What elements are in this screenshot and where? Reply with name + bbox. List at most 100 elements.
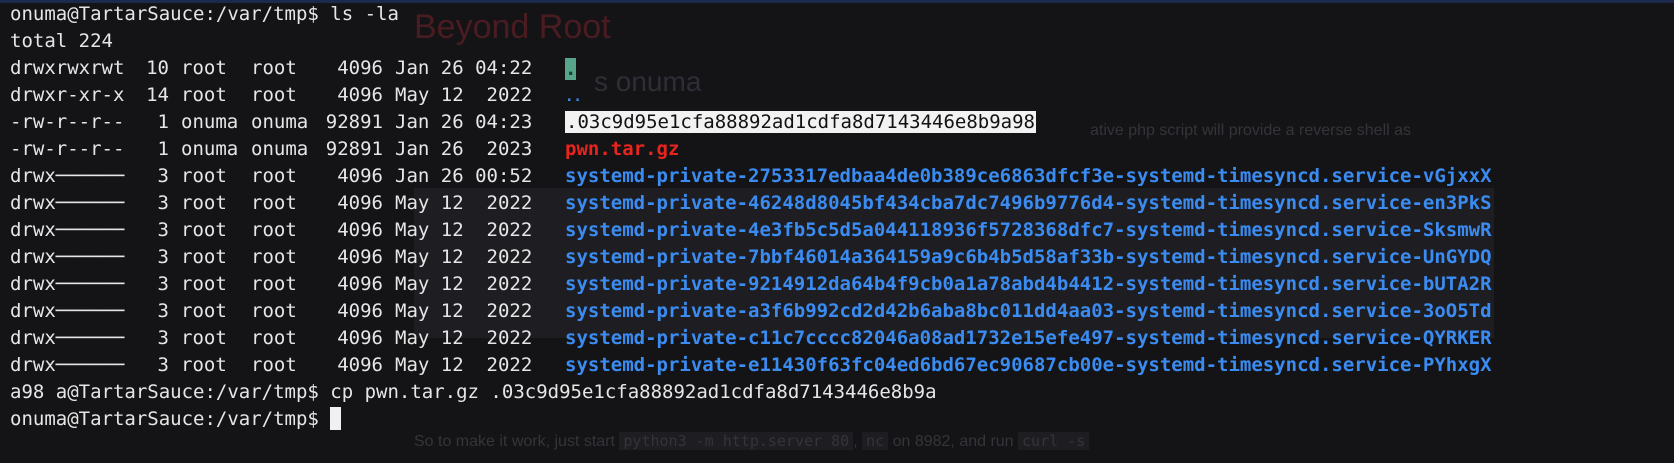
listing-date: May 12 2022 <box>395 219 533 241</box>
listing-filename[interactable]: systemd-private-c11c7cccc82046a08ad1732e… <box>565 327 1492 349</box>
text-cursor[interactable] <box>330 407 342 430</box>
bottom-code-2: nc <box>862 432 889 450</box>
listing-date: Jan 26 04:22 <box>395 57 533 79</box>
listing-perm: drwxrwxrwt <box>10 57 125 79</box>
listing-filename[interactable]: pwn.tar.gz <box>565 138 679 160</box>
listing-owner: root <box>181 57 227 79</box>
listing-row: drwxr-xr-x 14 root root 4096 May 12 2022.. <box>10 82 1674 109</box>
listing-perm: -rw-r--r-- <box>10 138 125 160</box>
bottom-code-1: python3 -m http.server 80 <box>619 432 854 450</box>
terminal-window[interactable]: Beyond Root s onuma ative php script wil… <box>0 0 1674 463</box>
command-text: ls -la <box>318 3 399 25</box>
listing-size: 92891 <box>325 138 383 160</box>
listing-date: Jan 26 00:52 <box>395 165 533 187</box>
listing-perm: -rw-r--r-- <box>10 111 125 133</box>
shell-prompt: onuma@TartarSauce:/var/tmp$ <box>10 3 319 25</box>
listing-date: May 12 2022 <box>395 354 533 376</box>
listing-size: 4096 <box>337 84 383 106</box>
listing-owner: root <box>181 354 227 376</box>
listing-date: May 12 2022 <box>395 273 533 295</box>
listing-links: 1 <box>157 138 169 160</box>
listing-row: -rw-r--r-- 1 onuma onuma 92891 Jan 26 2023 pwn… <box>10 136 1674 163</box>
listing-group: onuma <box>251 111 309 133</box>
listing-links: 1 <box>157 111 169 133</box>
listing-row: drwx────── 3 root root 4096 May 12 2022 system… <box>10 325 1674 352</box>
listing-date: May 12 2022 <box>395 300 533 322</box>
listing-perm: drwx────── <box>10 273 125 295</box>
listing-filename[interactable]: systemd-private-2753317edbaa4de0b389ce68… <box>565 165 1492 187</box>
listing-filename[interactable]: . <box>565 57 576 80</box>
listing-perm: drwx────── <box>10 354 125 376</box>
listing-row: drwx────── 3 root root 4096 May 12 2022 system… <box>10 190 1674 217</box>
listing-owner: root <box>181 246 227 268</box>
listing-row: drwx────── 3 root root 4096 May 12 2022 system… <box>10 271 1674 298</box>
listing-size: 92891 <box>325 111 383 133</box>
listing-links: 3 <box>157 300 169 322</box>
listing-links: 10 <box>146 57 169 79</box>
listing-links: 3 <box>157 327 169 349</box>
listing-row: drwxrwxrwt 10 root root 4096 Jan 26 04:22. <box>10 55 1674 82</box>
listing-perm: drwx────── <box>10 165 125 187</box>
listing-filename[interactable]: systemd-private-46248d8045bf434cba7dc749… <box>565 192 1492 214</box>
listing-date: May 12 2022 <box>395 246 533 268</box>
listing-group: onuma <box>251 138 309 160</box>
active-prompt-line[interactable]: onuma@TartarSauce:/var/tmp$ <box>10 406 1674 433</box>
bottom-text-3: on 8982, and run <box>888 433 1019 450</box>
listing-row: drwx────── 3 root root 4096 May 12 2022 system… <box>10 244 1674 271</box>
listing-size: 4096 <box>337 300 383 322</box>
listing-owner: root <box>181 273 227 295</box>
listing-filename[interactable]: systemd-private-9214912da64b4f9cb0a1a78a… <box>565 273 1492 295</box>
listing-links: 3 <box>157 165 169 187</box>
listing-filename[interactable]: systemd-private-7bbf46014a364159a9c6b4b5… <box>565 246 1492 268</box>
listing-filename[interactable]: systemd-private-e11430f63fc04ed6bd67ec90… <box>565 354 1492 376</box>
listing-size: 4096 <box>337 57 383 79</box>
terminal-output[interactable]: onuma@TartarSauce:/var/tmp$ ls -la total… <box>0 0 1674 433</box>
listing-owner: root <box>181 192 227 214</box>
listing-links: 3 <box>157 354 169 376</box>
listing-owner: root <box>181 219 227 241</box>
listing-size: 4096 <box>337 192 383 214</box>
listing-row: drwx────── 3 root root 4096 May 12 2022 system… <box>10 352 1674 379</box>
listing-size: 4096 <box>337 273 383 295</box>
listing-perm: drwx────── <box>10 219 125 241</box>
listing-size: 4096 <box>337 165 383 187</box>
listing-group: root <box>251 57 297 79</box>
listing-group: root <box>251 354 297 376</box>
listing-perm: drwx────── <box>10 246 125 268</box>
listing-group: root <box>251 192 297 214</box>
listing-perm: drwx────── <box>10 327 125 349</box>
listing-owner: onuma <box>181 111 239 133</box>
listing-links: 3 <box>157 219 169 241</box>
listing-group: root <box>251 327 297 349</box>
shell-prompt: onuma@TartarSauce:/var/tmp$ <box>10 408 331 430</box>
bottom-text-2: , <box>853 433 863 450</box>
directory-listing: drwxrwxrwt 10 root root 4096 Jan 26 04:22. drw… <box>10 55 1674 379</box>
listing-row: drwx────── 3 root root 4096 May 12 2022 system… <box>10 298 1674 325</box>
listing-links: 3 <box>157 246 169 268</box>
listing-date: May 12 2022 <box>395 327 533 349</box>
listing-owner: root <box>181 84 227 106</box>
listing-links: 14 <box>146 84 169 106</box>
listing-owner: root <box>181 300 227 322</box>
listing-group: root <box>251 219 297 241</box>
listing-size: 4096 <box>337 354 383 376</box>
listing-filename[interactable]: systemd-private-a3f6b992cd2d42b6aba8bc01… <box>565 300 1492 322</box>
command-line-ls: onuma@TartarSauce:/var/tmp$ ls -la <box>10 1 1674 28</box>
listing-date: Jan 26 04:23 <box>395 111 533 133</box>
listing-perm: drwxr-xr-x <box>10 84 125 106</box>
listing-group: root <box>251 246 297 268</box>
command-line-cp: a98 a@TartarSauce:/var/tmp$ cp pwn.tar.g… <box>10 381 937 403</box>
listing-date: Jan 26 2023 <box>395 138 533 160</box>
bottom-text-1: So to make it work, just start <box>414 433 620 450</box>
listing-links: 3 <box>157 273 169 295</box>
listing-filename[interactable]: systemd-private-4e3fb5c5d5a044118936f572… <box>565 219 1492 241</box>
listing-owner: root <box>181 165 227 187</box>
listing-size: 4096 <box>337 327 383 349</box>
background-bottom-paragraph: So to make it work, just start python3 -… <box>414 432 1090 451</box>
listing-group: root <box>251 300 297 322</box>
listing-size: 4096 <box>337 246 383 268</box>
listing-owner: root <box>181 327 227 349</box>
listing-filename[interactable]: .. <box>565 89 582 105</box>
listing-filename[interactable]: .03c9d95e1cfa88892ad1cdfa8d7143446e8b9a9… <box>565 111 1036 133</box>
listing-links: 3 <box>157 192 169 214</box>
